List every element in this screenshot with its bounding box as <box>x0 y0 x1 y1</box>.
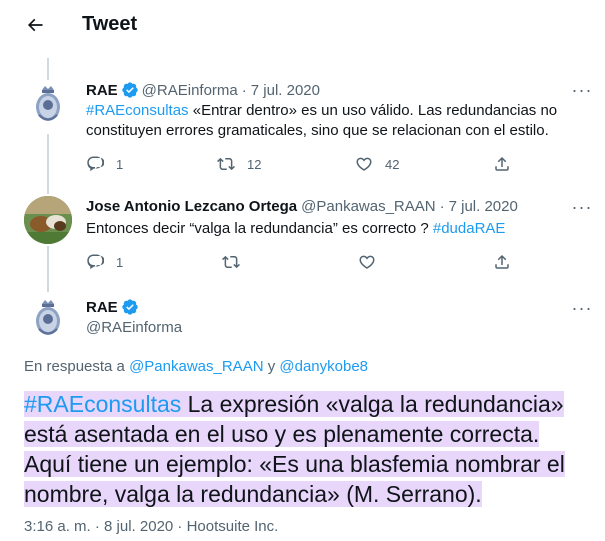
reply-icon <box>87 156 104 172</box>
reply-context: En respuesta a @Pankawas_RAAN y @danykob… <box>24 358 368 375</box>
separator: · <box>439 198 445 215</box>
tweet-timestamp[interactable]: 3:16 a. m. · 8 jul. 2020 · Hootsuite Inc… <box>24 518 278 535</box>
thread-line <box>47 58 49 82</box>
page-title: Tweet <box>82 13 138 35</box>
top-bar: Tweet <box>0 0 605 50</box>
mention-link[interactable]: @danykobe8 <box>279 358 368 375</box>
more-options-button[interactable]: ··· <box>572 80 592 100</box>
like-button[interactable]: 42 <box>355 155 399 173</box>
reply-count: 1 <box>116 156 124 172</box>
share-icon <box>495 156 509 171</box>
thread-line <box>47 134 49 194</box>
thread-line <box>47 246 49 292</box>
tweet-text-line: «Entrar dentro» es un uso válido. Las re… <box>188 102 558 119</box>
main-tweet-author: RAE <box>86 298 142 316</box>
avatar[interactable] <box>24 196 72 244</box>
tweet-text-line: La expresión «valga la redundancia» <box>181 391 564 417</box>
hashtag-link[interactable]: #RAEconsultas <box>24 391 181 417</box>
tweet-text-line: nombre, valga la redundancia» (M. Serran… <box>24 481 482 507</box>
retweet-icon <box>222 255 240 269</box>
tweet-date[interactable]: 7 jul. 2020 <box>449 198 518 215</box>
share-button[interactable] <box>493 253 511 271</box>
main-tweet-handle: @RAEinforma <box>86 319 182 336</box>
rae-crest-icon <box>24 80 72 128</box>
heart-icon <box>356 157 372 171</box>
verified-icon <box>121 81 139 99</box>
retweet-button[interactable]: 12 <box>217 155 261 173</box>
tweet-header: RAE @RAEinforma · 7 jul. 2020 <box>86 81 320 99</box>
reply-prefix: En respuesta a <box>24 358 130 375</box>
reply-button[interactable]: 1 <box>86 253 123 271</box>
back-button[interactable] <box>22 12 48 38</box>
author-handle[interactable]: @Pankawas_RAAN <box>301 198 435 215</box>
mention-link[interactable]: @Pankawas_RAAN <box>129 358 263 375</box>
tweet-header: Jose Antonio Lezcano Ortega @Pankawas_RA… <box>86 198 518 215</box>
reply-icon <box>87 254 104 270</box>
heart-icon <box>359 255 375 269</box>
rae-crest-icon <box>24 294 72 342</box>
avatar[interactable] <box>24 80 72 128</box>
author-name[interactable]: Jose Antonio Lezcano Ortega <box>86 198 297 215</box>
hashtag-link[interactable]: #dudaRAE <box>433 220 506 237</box>
hashtag-link[interactable]: #RAEconsultas <box>86 102 189 119</box>
main-tweet-text: #RAEconsultas La expresión «valga la red… <box>24 389 594 509</box>
tweet-text-line: Entonces decir “valga la redundancia” es… <box>86 220 433 237</box>
retweet-button[interactable] <box>222 253 240 271</box>
author-name[interactable]: RAE <box>86 82 118 99</box>
reply-button[interactable]: 1 <box>86 155 123 173</box>
verified-icon <box>121 298 139 316</box>
share-icon <box>495 254 509 269</box>
arrow-left-icon <box>27 18 43 32</box>
author-handle[interactable]: @RAEinforma <box>86 319 182 336</box>
tweet-text: #RAEconsultas «Entrar dentro» es un uso … <box>86 101 586 141</box>
like-count: 42 <box>385 156 400 172</box>
reply-count: 1 <box>116 254 124 270</box>
more-options-button[interactable]: ··· <box>572 298 592 318</box>
retweet-icon <box>217 157 235 171</box>
avatar[interactable] <box>24 294 72 342</box>
like-button[interactable] <box>358 253 376 271</box>
share-button[interactable] <box>493 155 511 173</box>
more-options-button[interactable]: ··· <box>572 197 592 217</box>
reply-conjunction: y <box>263 358 280 375</box>
tweet-text-line: Aquí tiene un ejemplo: «Es una blasfemia… <box>24 451 565 477</box>
tweet-date[interactable]: 7 jul. 2020 <box>251 82 320 99</box>
tweet-text: Entonces decir “valga la redundancia” es… <box>86 219 586 239</box>
retweet-count: 12 <box>247 156 262 172</box>
tweet-text-line: está asentada en el uso y es plenamente … <box>24 421 540 447</box>
separator: · <box>241 81 247 99</box>
author-handle[interactable]: @RAEinforma <box>142 82 238 99</box>
tweet-text-line: constituyen errores gramaticales, sino q… <box>86 122 549 139</box>
profile-photo <box>24 196 72 244</box>
author-name[interactable]: RAE <box>86 299 118 316</box>
